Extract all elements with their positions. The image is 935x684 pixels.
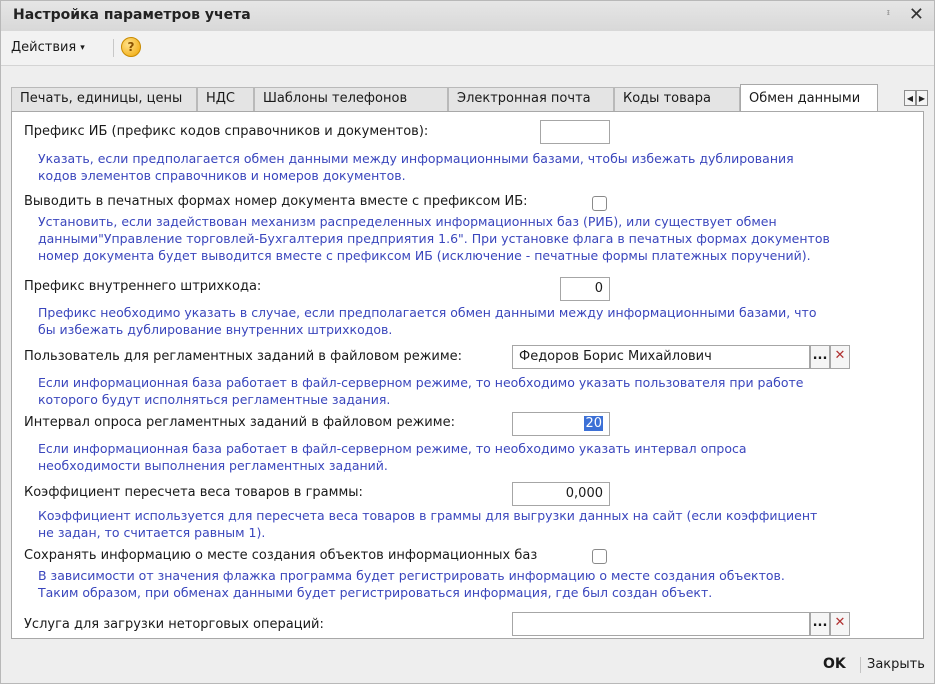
tab-print-units-prices[interactable]: Печать, единицы, цены [11,87,197,111]
print-prefix-checkbox[interactable] [592,196,607,211]
tab-vat[interactable]: НДС [197,87,254,111]
data-exchange-panel: Префикс ИБ (префикс кодов справочников и… [11,111,924,639]
nontrade-service-input[interactable] [512,612,810,636]
print-prefix-hint-line2: данными"Управление торговлей-Бухгалтерия… [38,231,830,246]
nontrade-service-clear-icon[interactable]: ✕ [830,612,850,636]
prefix-ib-hint-line1: Указать, если предполагается обмен данны… [38,151,794,166]
tab-strip: Печать, единицы, цены НДС Шаблоны телефо… [11,84,928,113]
actions-label: Действия [11,40,77,55]
print-prefix-hint-line1: Установить, если задействован механизм р… [38,214,777,229]
ok-button[interactable]: OK [823,656,846,672]
save-origin-checkbox[interactable] [592,549,607,564]
chevron-down-icon: ▾ [80,43,85,53]
save-origin-label: Сохранять информацию о месте создания об… [24,548,538,563]
tab-phone-templates[interactable]: Шаблоны телефонов [254,87,448,111]
barcode-prefix-hint-line1: Префикс необходимо указать в случае, есл… [38,305,817,320]
nontrade-service-label: Услуга для загрузки неторговых операций: [24,617,324,632]
tab-email[interactable]: Электронная почта [448,87,614,111]
task-user-label: Пользователь для регламентных заданий в … [24,349,463,364]
task-user-select-button[interactable]: ... [810,345,830,369]
help-icon[interactable]: ? [121,37,141,57]
barcode-prefix-hint-line2: бы избежать дублирование внутренних штри… [38,322,393,337]
print-prefix-hint-line3: номер документа будет выводится вместе с… [38,248,811,263]
weight-coef-hint-line1: Коэффициент используется для пересчета в… [38,508,818,523]
poll-interval-hint-line1: Если информационная база работает в файл… [38,441,747,456]
prefix-ib-label: Префикс ИБ (префикс кодов справочников и… [24,124,429,139]
poll-interval-value: 20 [584,416,603,431]
task-user-hint-line2: которого будут исполняться регламентные … [38,392,391,407]
footer-separator [860,657,861,673]
pin-icon[interactable]: ᵻ [887,8,890,18]
tab-product-codes[interactable]: Коды товара [614,87,740,111]
command-bar: Действия ▾ ? [1,31,934,66]
weight-coef-input[interactable]: 0,000 [512,482,610,506]
prefix-ib-input[interactable] [540,120,610,144]
poll-interval-input[interactable]: 20 [512,412,610,436]
close-window-icon[interactable]: ✕ [909,4,924,25]
task-user-clear-icon[interactable]: ✕ [830,345,850,369]
barcode-prefix-label: Префикс внутреннего штрихкода: [24,279,262,294]
window-title: Настройка параметров учета [13,7,251,23]
toolbar-separator [113,39,114,57]
task-user-hint-line1: Если информационная база работает в файл… [38,375,804,390]
save-origin-hint-line1: В зависимости от значения флажка програм… [38,568,785,583]
actions-menu[interactable]: Действия ▾ [11,40,85,55]
poll-interval-label: Интервал опроса регламентных заданий в ф… [24,415,455,430]
weight-coef-label: Коэффициент пересчета веса товаров в гра… [24,485,363,500]
tab-data-exchange[interactable]: Обмен данными [740,84,878,112]
scroll-right-icon[interactable]: ▶ [916,90,928,106]
weight-coef-hint-line2: не задан, то считается равным 1). [38,525,266,540]
settings-window: Настройка параметров учета ᵻ ✕ Действия ▾… [0,0,935,684]
nontrade-service-select-button[interactable]: ... [810,612,830,636]
close-button[interactable]: Закрыть [867,657,925,672]
prefix-ib-hint-line2: кодов элементов справочников и номеров д… [38,168,406,183]
title-bar: Настройка параметров учета ᵻ ✕ [1,1,934,32]
barcode-prefix-input[interactable]: 0 [560,277,610,301]
dialog-footer: OK Закрыть [1,647,934,683]
poll-interval-hint-line2: необходимости выполнения регламентных за… [38,458,388,473]
print-prefix-label: Выводить в печатных формах номер докумен… [24,194,528,209]
scroll-left-icon[interactable]: ◀ [904,90,916,106]
save-origin-hint-line2: Таким образом, при обменах данными будет… [38,585,713,600]
tab-scroll: ◀ ▶ [904,90,932,108]
task-user-input[interactable]: Федоров Борис Михайлович [512,345,810,369]
